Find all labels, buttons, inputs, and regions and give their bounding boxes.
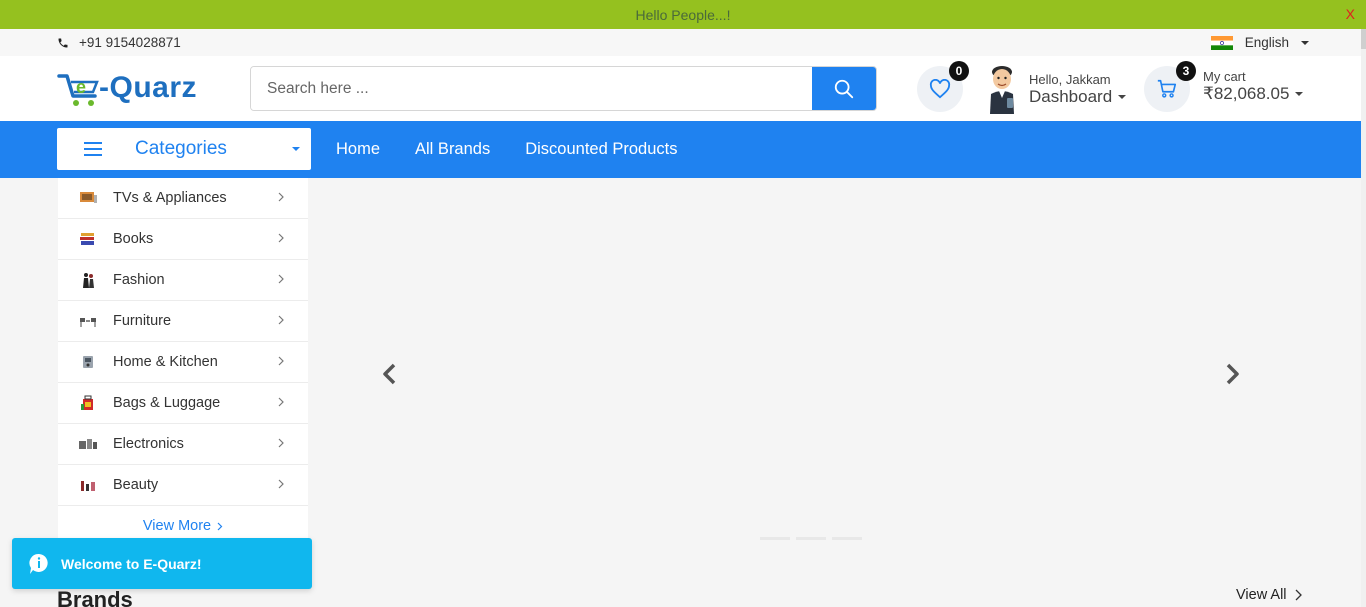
chevron-right-icon — [278, 438, 284, 448]
categories-label: Categories — [135, 138, 227, 159]
language-selector[interactable]: English — [1210, 35, 1309, 50]
announcement-close-button[interactable]: X — [1346, 6, 1355, 22]
search-button[interactable] — [812, 67, 876, 110]
announcement-bar: Hello People...! X — [0, 0, 1366, 29]
avatar — [990, 66, 1014, 114]
search-icon — [834, 79, 854, 98]
dashboard-dropdown[interactable]: Dashboard — [1029, 86, 1127, 107]
cart-label: My cart — [1203, 69, 1246, 84]
cart-button[interactable]: 3 — [1144, 61, 1196, 112]
chevron-down-icon — [1295, 92, 1304, 96]
cart-logo-icon: e — [57, 74, 99, 106]
user-greeting: Hello, Jakkam — [1029, 71, 1111, 87]
slider-indicators — [760, 537, 862, 540]
category-item-books[interactable]: Books — [58, 219, 308, 260]
user-menu[interactable]: Hello, Jakkam Dashboard — [985, 64, 1127, 114]
wishlist-count-badge: 0 — [949, 61, 969, 81]
search-bar — [250, 66, 877, 111]
slider-indicator[interactable] — [832, 537, 862, 540]
chevron-right-icon — [278, 479, 284, 489]
scrollbar-thumb[interactable] — [1361, 29, 1366, 49]
site-logo[interactable]: e -Quarz — [57, 66, 197, 110]
chevron-right-icon — [217, 522, 223, 530]
chevron-right-icon — [278, 274, 284, 284]
logo-text: -Quarz — [99, 71, 198, 104]
svg-text:e: e — [76, 77, 86, 97]
announcement-message: Hello People...! — [635, 6, 731, 23]
category-label: TVs & Appliances — [113, 190, 227, 206]
search-input[interactable] — [251, 67, 812, 110]
phone-number: +91 9154028871 — [79, 35, 181, 50]
brands-heading: Brands — [57, 587, 133, 607]
phone-contact: +91 9154028871 — [57, 35, 181, 50]
chevron-left-icon — [383, 363, 396, 385]
toast-message: Welcome to E-Quarz! — [61, 555, 202, 572]
category-label: Electronics — [113, 436, 184, 452]
chevron-right-icon — [1226, 363, 1239, 385]
category-item-fashion[interactable]: Fashion — [58, 260, 308, 301]
chevron-right-icon — [278, 397, 284, 407]
language-label: English — [1244, 35, 1289, 50]
category-item-bags-luggage[interactable]: Bags & Luggage — [58, 383, 308, 424]
chevron-right-icon — [278, 356, 284, 366]
slider-prev-button[interactable] — [381, 362, 399, 391]
nav-link-all-brands[interactable]: All Brands — [415, 140, 490, 159]
chevron-down-icon — [1301, 40, 1309, 45]
welcome-toast[interactable]: Welcome to E-Quarz! — [12, 538, 312, 589]
main-nav: Categories Home All Brands Discounted Pr… — [0, 121, 1366, 178]
category-label: Fashion — [113, 272, 165, 288]
slider-indicator[interactable] — [796, 537, 826, 540]
chevron-right-icon — [1295, 589, 1302, 601]
hamburger-icon — [84, 142, 102, 156]
bag-icon — [79, 395, 97, 411]
category-list: TVs & Appliances Books Fashion Furniture… — [58, 178, 308, 546]
chevron-right-icon — [278, 192, 284, 202]
info-icon — [29, 553, 48, 574]
phone-icon — [58, 38, 68, 47]
cart-summary[interactable]: My cart ₹82,068.05 — [1203, 69, 1304, 104]
category-item-tvs-appliances[interactable]: TVs & Appliances — [58, 178, 308, 219]
beauty-icon — [79, 477, 97, 493]
view-all-link[interactable]: View All — [1236, 587, 1302, 603]
slider-next-button[interactable] — [1223, 362, 1241, 391]
kitchen-icon — [79, 354, 97, 370]
category-item-electronics[interactable]: Electronics — [58, 424, 308, 465]
nav-link-discounted-products[interactable]: Discounted Products — [525, 140, 677, 159]
wishlist-button[interactable]: 0 — [917, 61, 969, 112]
electronics-icon — [79, 436, 97, 452]
category-label: Furniture — [113, 313, 172, 329]
view-all-label: View All — [1236, 587, 1287, 603]
category-item-beauty[interactable]: Beauty — [58, 465, 308, 506]
chevron-right-icon — [278, 233, 284, 243]
site-header: e -Quarz 0 Hello, Jakkam Dashboard — [0, 56, 1366, 121]
category-label: Home & Kitchen — [113, 354, 218, 370]
page-scrollbar[interactable] — [1361, 29, 1366, 607]
chevron-down-icon — [292, 147, 300, 151]
chevron-right-icon — [278, 315, 284, 325]
nav-link-home[interactable]: Home — [336, 140, 380, 159]
category-label: Beauty — [113, 477, 159, 493]
cart-icon — [1157, 79, 1177, 98]
category-label: Bags & Luggage — [113, 395, 221, 411]
dashboard-label: Dashboard — [1029, 86, 1113, 106]
cart-total: ₹82,068.05 — [1203, 84, 1290, 103]
tv-icon — [79, 190, 97, 206]
books-icon — [79, 231, 97, 247]
categories-button[interactable]: Categories — [57, 128, 311, 170]
category-item-home-kitchen[interactable]: Home & Kitchen — [58, 342, 308, 383]
heart-icon — [929, 79, 951, 99]
furniture-icon — [79, 313, 97, 329]
category-item-furniture[interactable]: Furniture — [58, 301, 308, 342]
fashion-icon — [79, 272, 97, 288]
cart-count-badge: 3 — [1176, 61, 1196, 81]
chevron-down-icon — [1118, 94, 1127, 99]
top-bar: +91 9154028871 English — [0, 29, 1366, 56]
india-flag-icon — [1210, 35, 1233, 50]
category-label: Books — [113, 231, 154, 247]
slider-indicator[interactable] — [760, 537, 790, 540]
view-more-label: View More — [142, 518, 212, 534]
